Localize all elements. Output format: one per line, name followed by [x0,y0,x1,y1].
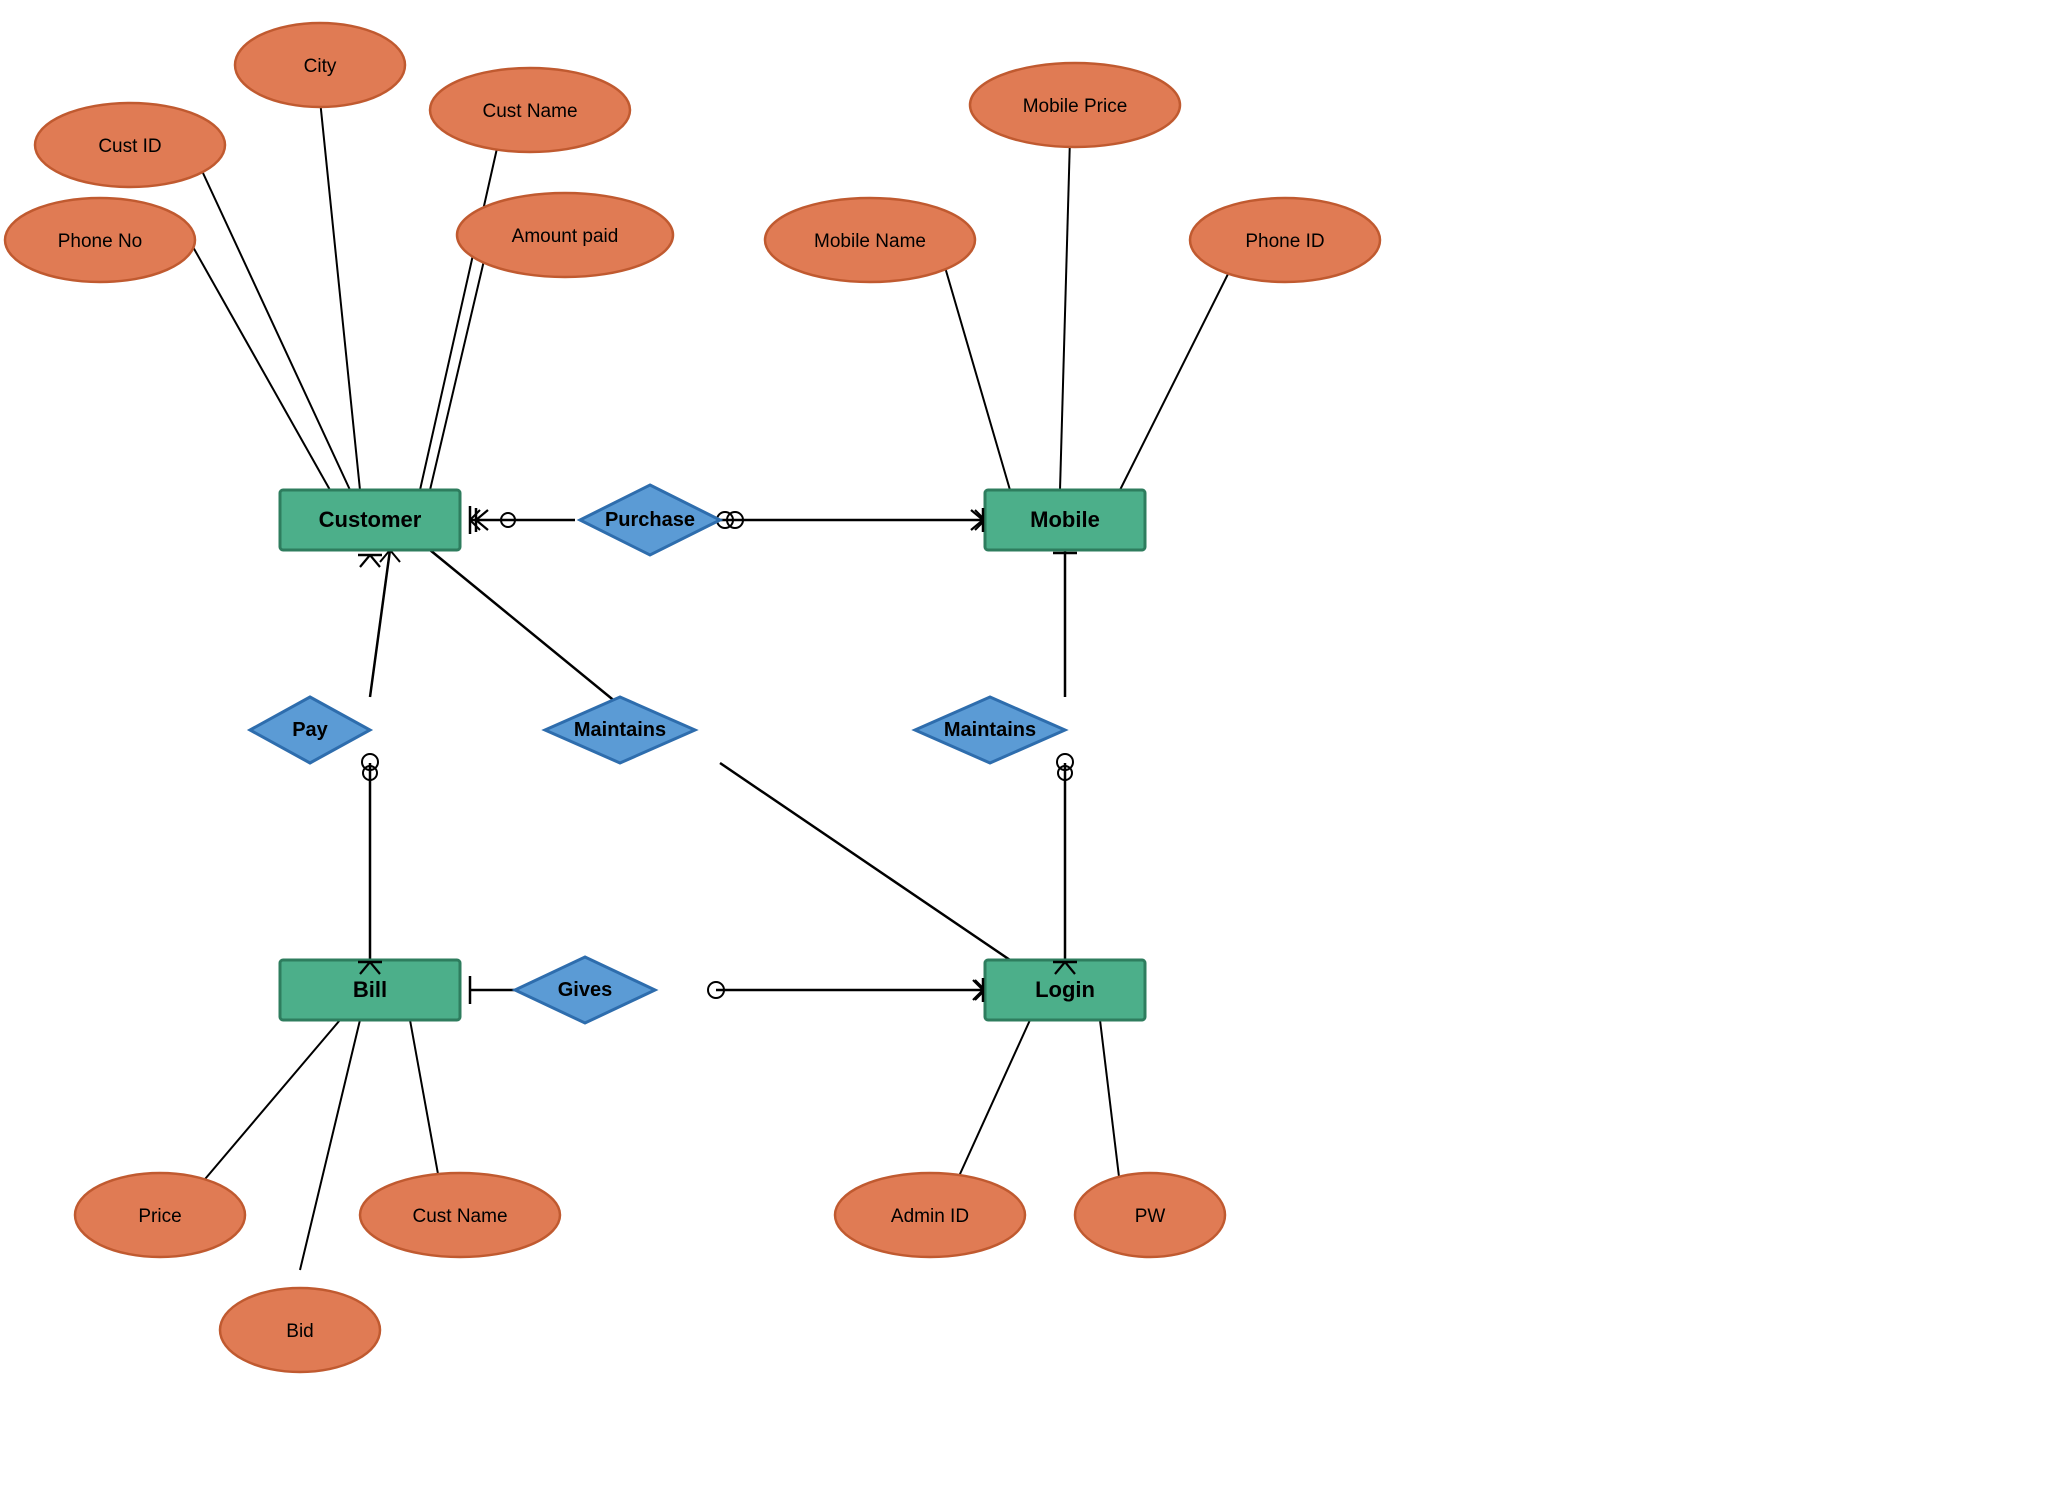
phone-no-label: Phone No [58,231,143,252]
bid-label: Bid [286,1321,313,1342]
mobile-name-label: Mobile Name [814,231,926,252]
cust-name-top-label: Cust Name [482,101,577,122]
mobile-price-label: Mobile Price [1023,96,1128,117]
admin-id-label: Admin ID [891,1206,969,1227]
mobile-label: Mobile [1030,507,1100,532]
entities-layer: Customer Mobile Bill Login [280,490,1145,1020]
amount-paid-label: Amount paid [512,226,619,247]
pay-label: Pay [292,719,328,741]
pw-label: PW [1135,1206,1166,1227]
city-label: City [304,56,337,77]
connections-layer [175,100,1240,1270]
gives-label: Gives [558,979,612,1001]
purchase-label: Purchase [605,509,695,531]
cust-id-label: Cust ID [98,136,161,157]
cust-name-bill-label: Cust Name [412,1206,507,1227]
maintains-left-label: Maintains [574,719,666,741]
er-diagram: Customer Mobile Bill Login Purchase Pay … [0,0,2048,1509]
customer-label: Customer [319,507,422,532]
cardinality-layer [358,508,1077,1004]
maintains-right-label: Maintains [944,719,1036,741]
phone-id-label: Phone ID [1245,231,1324,252]
login-label: Login [1035,977,1095,1002]
price-label: Price [138,1206,181,1227]
attributes-layer: Cust ID City Cust Name Phone No Amount p… [5,23,1380,1372]
bill-label: Bill [353,977,387,1002]
